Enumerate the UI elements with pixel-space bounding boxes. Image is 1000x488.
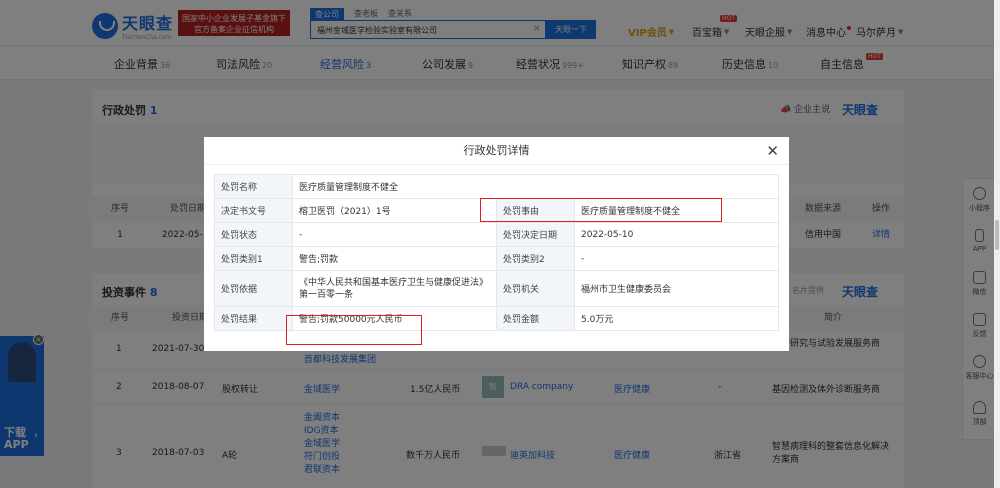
field-label: 处罚状态: [214, 222, 293, 247]
field-label: 处罚金额: [496, 306, 575, 331]
decision-date: 2022-05-10: [574, 222, 779, 247]
highlight-reason: [480, 198, 722, 222]
field-label: 处罚决定日期: [496, 222, 575, 247]
penalty-type2: -: [574, 246, 779, 271]
field-label: 处罚类别1: [214, 246, 293, 271]
highlight-result: [286, 315, 422, 345]
modal-title: 行政处罚详情: [204, 137, 789, 165]
penalty-authority: 福州市卫生健康委员会: [574, 270, 779, 307]
close-icon[interactable]: ✕: [766, 142, 779, 160]
field-label: 处罚结果: [214, 306, 293, 331]
penalty-amount: 5.0万元: [574, 306, 779, 331]
decision-number: 榕卫医罚（2021）1号: [292, 198, 497, 223]
penalty-status: -: [292, 222, 497, 247]
penalty-detail-modal: 行政处罚详情 ✕ 处罚名称 医疗质量管理制度不健全 决定书文号 榕卫医罚（202…: [204, 137, 789, 351]
field-label: 处罚类别2: [496, 246, 575, 271]
field-label: 处罚机关: [496, 270, 575, 307]
field-label: 决定书文号: [214, 198, 293, 223]
penalty-basis: 《中华人民共和国基本医疗卫生与健康促进法》第一百零一条: [292, 270, 497, 307]
field-label: 处罚依据: [214, 270, 293, 307]
scrollbar-thumb[interactable]: [995, 220, 999, 250]
penalty-name: 医疗质量管理制度不健全: [292, 174, 779, 199]
field-label: 处罚名称: [214, 174, 293, 199]
penalty-type1: 警告;罚款: [292, 246, 497, 271]
